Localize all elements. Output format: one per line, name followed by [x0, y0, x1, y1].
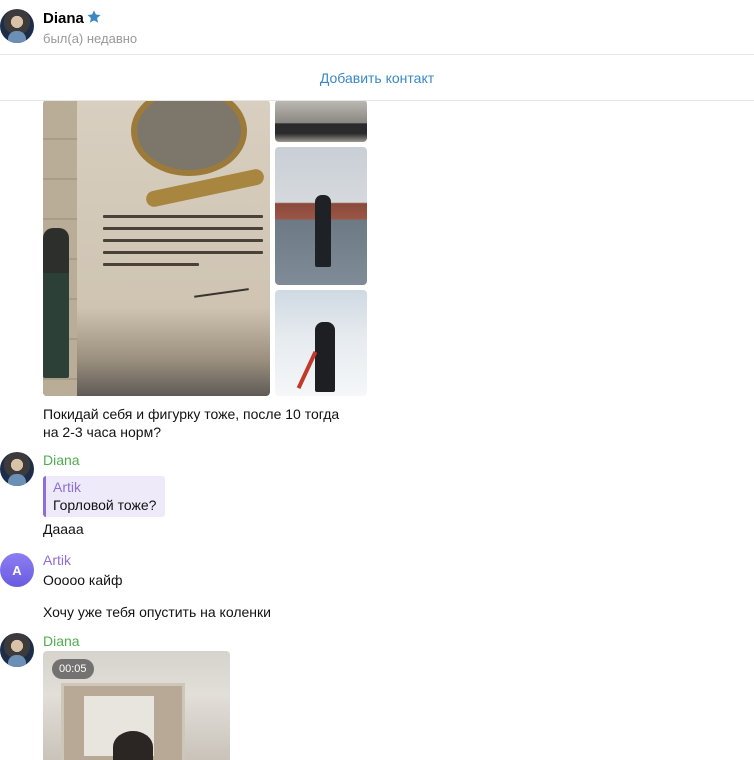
person-figure [43, 228, 69, 378]
contact-avatar[interactable] [0, 9, 34, 43]
sender-avatar-diana[interactable] [0, 452, 34, 486]
memorial-plaque [131, 100, 247, 176]
sender-avatar-diana[interactable] [0, 633, 34, 667]
reply-text: Горловой тоже? [53, 497, 157, 513]
contact-name[interactable]: Diana [43, 10, 84, 27]
signature [192, 274, 249, 298]
star-icon [87, 10, 101, 23]
video-duration-badge: 00:05 [52, 659, 94, 679]
album-photo-red-square[interactable] [275, 147, 367, 285]
album-photo-snow[interactable] [275, 290, 367, 396]
sender-name-diana[interactable]: Diana [43, 633, 80, 649]
wall-inscription [103, 215, 263, 275]
message-text: Хочу уже тебя опустить на коленки [43, 604, 271, 620]
album-photo-car[interactable] [275, 100, 367, 142]
person-figure [315, 322, 335, 392]
sender-name-diana[interactable]: Diana [43, 452, 80, 468]
message-text: Даааа [43, 521, 84, 537]
video-message[interactable]: 00:05 [43, 651, 230, 760]
person-head [113, 731, 153, 760]
person-figure [315, 195, 331, 267]
message-text: Покидай себя и фигурку тоже, после 10 то… [43, 406, 340, 440]
message-text: Ооооо кайф [43, 572, 123, 588]
add-contact-button[interactable]: Добавить контакт [320, 70, 434, 86]
sender-avatar-artik[interactable]: A [0, 553, 34, 587]
reply-author: Artik [53, 479, 81, 495]
reply-quote[interactable]: Artik Горловой тоже? [43, 476, 165, 517]
album-photo-wall[interactable] [43, 100, 270, 396]
chat-header: Diana был(а) недавно [0, 0, 754, 55]
add-contact-bar[interactable]: Добавить контакт [0, 55, 754, 101]
sender-name-artik[interactable]: Artik [43, 552, 71, 568]
contact-status: был(а) недавно [43, 31, 138, 46]
